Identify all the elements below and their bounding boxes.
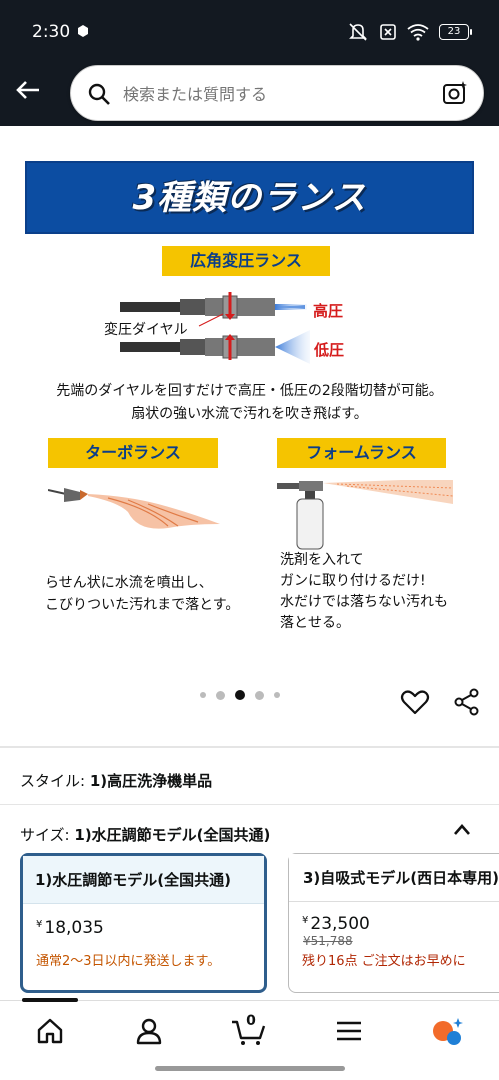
size-label: サイズ: bbox=[20, 826, 70, 844]
foam-desc-line: 落とせる。 bbox=[280, 615, 350, 631]
list-price: ¥51,788 bbox=[303, 934, 353, 948]
wide-desc-line: 先端のダイヤルを回すだけで高圧・低圧の2段階切替が可能。 bbox=[56, 383, 443, 399]
variant-title: 3)自吸式モデル(西日本専用) bbox=[289, 854, 499, 902]
divider bbox=[0, 804, 499, 805]
wide-desc-line: 扇状の強い水流で汚れを吹き飛ばす。 bbox=[131, 406, 368, 422]
style-selector[interactable]: スタイル: 1)高圧洗浄機単品 bbox=[20, 770, 212, 791]
share-icon[interactable] bbox=[453, 688, 481, 716]
turbo-desc-line: らせん状に水流を噴出し、 bbox=[45, 575, 213, 591]
mute-icon bbox=[349, 23, 367, 41]
foam-lance-description: 洗剤を入れて ガンに取り付けるだけ! 水だけでは落ちない汚れも 落とせる。 bbox=[280, 550, 448, 634]
search-input[interactable] bbox=[123, 78, 423, 110]
product-image[interactable]: 3種類のランス 広角変圧ランス 変圧ダイヤル 高圧 低圧 先端のダイヤルを回すだ… bbox=[0, 126, 499, 666]
foam-desc-line: ガンに取り付けるだけ! bbox=[280, 573, 426, 589]
carousel-dot-active[interactable] bbox=[235, 690, 245, 700]
foam-lance-title: フォームランス bbox=[277, 438, 446, 468]
price-value: 23,500 bbox=[310, 914, 370, 934]
menu-icon[interactable] bbox=[334, 1016, 364, 1046]
app-header bbox=[0, 62, 499, 126]
no-sim-icon bbox=[380, 24, 396, 40]
currency-symbol: ¥ bbox=[302, 915, 309, 926]
battery-icon: 23 bbox=[439, 24, 472, 40]
status-time: 2:30 bbox=[32, 22, 71, 42]
carousel-dot[interactable] bbox=[216, 690, 225, 700]
cart-count: 0 bbox=[246, 1013, 256, 1029]
wifi-icon bbox=[407, 24, 429, 41]
size-selector[interactable]: サイズ: 1)水圧調節モデル(全国共通) bbox=[20, 824, 270, 845]
turbo-lance-illustration bbox=[48, 488, 220, 529]
carousel-dot[interactable] bbox=[255, 690, 264, 700]
hero-banner: 3種類のランス bbox=[25, 161, 474, 234]
price-value: 18,035 bbox=[44, 918, 104, 938]
foam-desc-line: 洗剤を入れて bbox=[280, 552, 364, 568]
status-bar: 2:30 23 bbox=[0, 0, 499, 62]
nav-active-indicator bbox=[22, 998, 78, 1002]
status-icons: 23 bbox=[347, 22, 472, 42]
bottom-nav: 0 bbox=[0, 998, 499, 1062]
home-gesture-bar[interactable] bbox=[155, 1066, 345, 1071]
divider bbox=[0, 746, 499, 748]
search-icon bbox=[88, 83, 110, 105]
variant-price: ¥23,500 bbox=[289, 914, 499, 934]
home-icon[interactable] bbox=[35, 1016, 65, 1046]
style-value: 1)高圧洗浄機単品 bbox=[89, 772, 213, 790]
size-value: 1)水圧調節モデル(全国共通) bbox=[74, 826, 271, 844]
foam-desc-line: 水だけでは落ちない汚れも bbox=[280, 594, 448, 610]
wide-lance-description: 先端のダイヤルを回すだけで高圧・低圧の2段階切替が可能。 扇状の強い水流で汚れを… bbox=[0, 380, 499, 426]
stock-note: 残り16点 ご注文はお早めに bbox=[302, 954, 466, 969]
app-notification-icon bbox=[78, 25, 88, 37]
turbo-lance-description: らせん状に水流を噴出し、 こびりついた汚れまで落とす。 bbox=[45, 572, 239, 616]
hero-banner-title: 3種類のランス bbox=[132, 178, 367, 218]
turbo-desc-line: こびりついた汚れまで落とす。 bbox=[45, 597, 240, 613]
variant-card-selected[interactable]: 1)水圧調節モデル(全国共通) ¥18,035 通常2～3日以内に発送します。 bbox=[20, 853, 267, 993]
wide-lance-title: 広角変圧ランス bbox=[162, 246, 330, 276]
dial-label: 変圧ダイヤル bbox=[104, 322, 188, 338]
variant-title: 1)水圧調節モデル(全国共通) bbox=[23, 856, 264, 904]
heart-icon[interactable] bbox=[400, 687, 430, 717]
search-bar[interactable] bbox=[70, 65, 484, 121]
style-label: スタイル: bbox=[20, 772, 86, 790]
low-pressure-label: 低圧 bbox=[314, 341, 345, 359]
high-pressure-label: 高圧 bbox=[313, 302, 344, 320]
foam-lance-illustration bbox=[277, 480, 453, 550]
variant-card[interactable]: 3)自吸式モデル(西日本専用) ¥23,500 ¥51,788 残り16点 ご注… bbox=[288, 853, 499, 993]
carousel-dot[interactable] bbox=[274, 692, 280, 698]
rufus-assistant-icon[interactable] bbox=[430, 1016, 466, 1046]
back-arrow-icon[interactable] bbox=[12, 74, 44, 106]
carousel-dot[interactable] bbox=[200, 692, 206, 698]
variant-price: ¥18,035 bbox=[23, 918, 264, 938]
account-icon[interactable] bbox=[134, 1016, 164, 1046]
camera-lens-icon[interactable] bbox=[441, 79, 469, 107]
shipping-note: 通常2～3日以内に発送します。 bbox=[36, 954, 221, 969]
turbo-lance-title: ターボランス bbox=[48, 438, 218, 468]
currency-symbol: ¥ bbox=[36, 919, 43, 930]
chevron-up-icon[interactable] bbox=[452, 820, 472, 840]
carousel-indicator bbox=[200, 690, 280, 700]
